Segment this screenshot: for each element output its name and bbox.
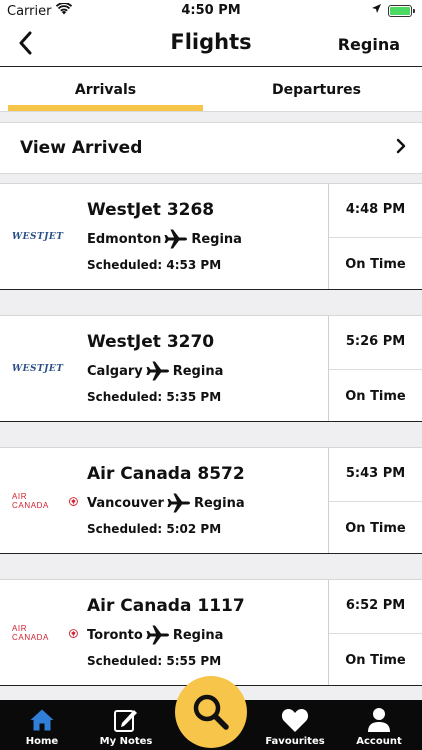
flight-card[interactable]: WESTJET WestJet 3270 Calgary Regina Sche… (0, 315, 422, 422)
flight-name: WestJet 3270 (87, 332, 215, 352)
route-destination: Regina (191, 231, 242, 247)
tabbar-favourites[interactable]: Favourites (253, 706, 337, 747)
airline-logo-aircanada: AIR CANADA (12, 488, 78, 514)
status-right (371, 3, 415, 18)
airline-logo-westjet: WESTJET (12, 232, 64, 242)
flight-status: On Time (345, 521, 406, 536)
scheduled-time: Scheduled: 5:35 PM (87, 390, 222, 404)
maple-leaf-icon (69, 496, 78, 506)
flight-name: Air Canada 1117 (87, 596, 245, 616)
account-icon (337, 706, 421, 734)
tab-arrivals[interactable]: Arrivals (0, 67, 211, 111)
airline-logo-westjet: WESTJET (12, 364, 64, 374)
status-bar: Carrier 4:50 PM (0, 0, 422, 22)
tab-departures[interactable]: Departures (211, 67, 422, 111)
flight-route: Calgary Regina (87, 361, 223, 381)
airline-logo-aircanada: AIR CANADA (12, 620, 78, 646)
view-arrived-row[interactable]: View Arrived (0, 122, 422, 174)
city-selector[interactable]: Regina (338, 35, 400, 54)
chevron-right-icon (396, 138, 406, 158)
tabbar-notes-label: My Notes (99, 736, 153, 747)
divider (329, 237, 422, 238)
flight-route: Vancouver Regina (87, 493, 245, 513)
estimated-time: 5:43 PM (345, 466, 406, 481)
plane-icon (167, 493, 190, 513)
plane-icon (164, 229, 188, 249)
plane-icon (146, 361, 169, 381)
location-icon (371, 3, 382, 18)
tabbar-account-label: Account (356, 736, 402, 747)
scheduled-time: Scheduled: 5:55 PM (87, 654, 222, 668)
estimated-time: 5:26 PM (345, 334, 406, 349)
flight-route: Toronto Regina (87, 625, 223, 645)
tabbar-my-notes[interactable]: My Notes (84, 706, 168, 747)
home-icon (0, 706, 84, 734)
route-origin: Calgary (87, 363, 143, 379)
flight-status: On Time (345, 389, 406, 404)
search-icon (193, 694, 229, 730)
flight-tabs: Arrivals Departures (0, 66, 422, 112)
route-destination: Regina (193, 495, 245, 511)
battery-icon (388, 4, 415, 17)
scheduled-time: Scheduled: 4:53 PM (87, 258, 222, 272)
tabbar-home[interactable]: Home (0, 706, 84, 747)
tab-departures-label: Departures (272, 82, 361, 98)
flight-card[interactable]: AIR CANADA Air Canada 1117 Toronto Regin… (0, 579, 422, 686)
estimated-time: 6:52 PM (345, 598, 406, 613)
flight-list: View Arrived WESTJET WestJet 3268 Edmont… (0, 112, 422, 700)
status-time: 4:50 PM (181, 3, 241, 18)
tab-arrivals-label: Arrivals (74, 82, 137, 98)
flight-card[interactable]: WESTJET WestJet 3268 Edmonton Regina Sch… (0, 183, 422, 290)
nav-header: Flights Regina (0, 22, 422, 66)
flight-name: WestJet 3268 (87, 200, 215, 220)
divider (329, 633, 422, 634)
flight-route: Edmonton Regina (87, 229, 242, 249)
route-destination: Regina (172, 627, 224, 643)
tabbar-home-label: Home (25, 736, 59, 747)
flight-status: On Time (345, 653, 406, 668)
estimated-time: 4:48 PM (345, 202, 406, 217)
divider (329, 369, 422, 370)
route-origin: Edmonton (87, 231, 162, 247)
maple-leaf-icon (69, 628, 78, 638)
tab-active-indicator (8, 105, 203, 111)
heart-icon (253, 706, 337, 734)
view-arrived-label: View Arrived (20, 138, 143, 158)
tabbar-account[interactable]: Account (337, 706, 421, 747)
route-origin: Vancouver (87, 495, 164, 511)
divider (329, 501, 422, 502)
plane-icon (146, 625, 169, 645)
search-button[interactable] (175, 676, 247, 748)
flight-card[interactable]: AIR CANADA Air Canada 8572 Vancouver Reg… (0, 447, 422, 554)
route-destination: Regina (172, 363, 224, 379)
tabbar-favourites-label: Favourites (265, 736, 325, 747)
scheduled-time: Scheduled: 5:02 PM (87, 522, 222, 536)
flight-status: On Time (345, 257, 406, 272)
route-origin: Toronto (87, 627, 143, 643)
notes-icon (84, 706, 168, 734)
flight-name: Air Canada 8572 (87, 464, 245, 484)
